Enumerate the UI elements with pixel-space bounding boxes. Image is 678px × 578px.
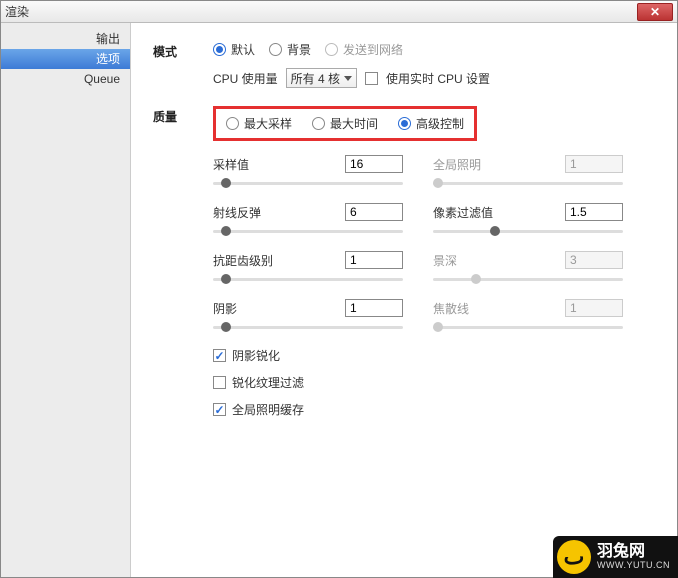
sidebar-item-output[interactable]: 输出 bbox=[1, 29, 130, 49]
param-label: 阴影 bbox=[213, 300, 237, 317]
watermark-url: WWW.YUTU.CN bbox=[597, 561, 670, 571]
pixel-filter-slider[interactable] bbox=[433, 225, 623, 237]
mode-section: 模式 默认 背景 发送到网络 bbox=[153, 41, 649, 88]
param-label: 全局照明 bbox=[433, 156, 481, 173]
realtime-cpu-checkbox[interactable] bbox=[365, 72, 378, 85]
sidebar-item-label: 输出 bbox=[96, 32, 120, 46]
radio-icon bbox=[398, 117, 411, 130]
quality-radio-max-samples[interactable]: 最大采样 bbox=[226, 115, 292, 132]
pixel-filter-input[interactable] bbox=[565, 203, 623, 221]
radio-icon bbox=[312, 117, 325, 130]
radio-icon bbox=[325, 43, 338, 56]
quality-heading: 质量 bbox=[153, 106, 213, 418]
close-icon: ✕ bbox=[650, 5, 660, 19]
antialias-input[interactable] bbox=[345, 251, 403, 269]
radio-label: 默认 bbox=[231, 41, 255, 58]
mode-radio-row: 默认 背景 发送到网络 bbox=[213, 41, 649, 58]
caustics-slider bbox=[433, 321, 623, 333]
check-row-shadow-sharpen: 阴影锐化 bbox=[213, 347, 649, 364]
mode-radio-network: 发送到网络 bbox=[325, 41, 403, 58]
param-caustics: 焦散线 bbox=[433, 299, 623, 333]
watermark-brand: 羽兔网 bbox=[597, 543, 670, 561]
param-antialias: 抗距齿级别 bbox=[213, 251, 403, 285]
param-label: 射线反弹 bbox=[213, 204, 261, 221]
quality-radio-max-time[interactable]: 最大时间 bbox=[312, 115, 378, 132]
close-button[interactable]: ✕ bbox=[637, 3, 673, 21]
chevron-down-icon bbox=[344, 76, 352, 81]
radio-icon bbox=[213, 43, 226, 56]
radio-label: 背景 bbox=[287, 41, 311, 58]
quality-section: 质量 最大采样 最大时间 高级控制 bbox=[153, 106, 649, 418]
sidebar-item-options[interactable]: 选项 bbox=[1, 49, 130, 69]
cpu-row: CPU 使用量 所有 4 核 使用实时 CPU 设置 bbox=[213, 68, 649, 88]
window-title: 渲染 bbox=[5, 3, 637, 20]
sidebar-item-label: Queue bbox=[84, 72, 120, 86]
param-label: 像素过滤值 bbox=[433, 204, 493, 221]
cpu-cores-select[interactable]: 所有 4 核 bbox=[286, 68, 357, 88]
param-dof: 景深 bbox=[433, 251, 623, 285]
param-pixel-filter: 像素过滤值 bbox=[433, 203, 623, 237]
param-label: 焦散线 bbox=[433, 300, 469, 317]
sidebar-item-label: 选项 bbox=[96, 52, 120, 66]
param-shadows: 阴影 bbox=[213, 299, 403, 333]
radio-label: 最大采样 bbox=[244, 115, 292, 132]
gi-slider bbox=[433, 177, 623, 189]
quality-body: 最大采样 最大时间 高级控制 bbox=[213, 106, 649, 418]
shadows-slider[interactable] bbox=[213, 321, 403, 333]
quality-radio-advanced[interactable]: 高级控制 bbox=[398, 115, 464, 132]
check-row-gi-cache: 全局照明缓存 bbox=[213, 401, 649, 418]
bounces-input[interactable] bbox=[345, 203, 403, 221]
radio-label: 高级控制 bbox=[416, 115, 464, 132]
sidebar: 输出 选项 Queue bbox=[1, 23, 131, 577]
sidebar-item-queue[interactable]: Queue bbox=[1, 69, 130, 89]
mode-radio-default[interactable]: 默认 bbox=[213, 41, 255, 58]
quality-params-grid: 采样值 全局照明 bbox=[213, 155, 649, 333]
quality-checks: 阴影锐化 锐化纹理过滤 全局照明缓存 bbox=[213, 347, 649, 418]
gi-input bbox=[565, 155, 623, 173]
watermark: ٮ 羽兔网 WWW.YUTU.CN bbox=[553, 536, 678, 578]
watermark-text: 羽兔网 WWW.YUTU.CN bbox=[597, 543, 670, 570]
samples-input[interactable] bbox=[345, 155, 403, 173]
realtime-cpu-label: 使用实时 CPU 设置 bbox=[386, 70, 490, 87]
dialog-body: 输出 选项 Queue 模式 默认 bbox=[1, 23, 677, 577]
radio-label: 发送到网络 bbox=[343, 41, 403, 58]
titlebar: 渲染 ✕ bbox=[1, 1, 677, 23]
checkbox-label: 阴影锐化 bbox=[232, 347, 280, 364]
dof-slider bbox=[433, 273, 623, 285]
dof-input bbox=[565, 251, 623, 269]
checkbox-label: 锐化纹理过滤 bbox=[232, 374, 304, 391]
param-label: 采样值 bbox=[213, 156, 249, 173]
samples-slider[interactable] bbox=[213, 177, 403, 189]
mode-body: 默认 背景 发送到网络 CPU 使用量 bbox=[213, 41, 649, 88]
param-label: 抗距齿级别 bbox=[213, 252, 273, 269]
texture-filter-checkbox[interactable] bbox=[213, 376, 226, 389]
cpu-usage-label: CPU 使用量 bbox=[213, 70, 278, 87]
quality-radio-highlight: 最大采样 最大时间 高级控制 bbox=[213, 106, 477, 141]
param-samples: 采样值 bbox=[213, 155, 403, 189]
param-label: 景深 bbox=[433, 252, 457, 269]
bounces-slider[interactable] bbox=[213, 225, 403, 237]
content-panel: 模式 默认 背景 发送到网络 bbox=[131, 23, 677, 577]
gi-cache-checkbox[interactable] bbox=[213, 403, 226, 416]
render-dialog: 渲染 ✕ 输出 选项 Queue 模式 bbox=[0, 0, 678, 578]
radio-label: 最大时间 bbox=[330, 115, 378, 132]
check-row-texture-filter: 锐化纹理过滤 bbox=[213, 374, 649, 391]
caustics-input bbox=[565, 299, 623, 317]
checkbox-label: 全局照明缓存 bbox=[232, 401, 304, 418]
select-value: 所有 4 核 bbox=[291, 70, 340, 87]
antialias-slider[interactable] bbox=[213, 273, 403, 285]
shadow-sharpen-checkbox[interactable] bbox=[213, 349, 226, 362]
radio-icon bbox=[269, 43, 282, 56]
watermark-logo-icon: ٮ bbox=[557, 540, 591, 574]
mode-radio-background[interactable]: 背景 bbox=[269, 41, 311, 58]
param-bounces: 射线反弹 bbox=[213, 203, 403, 237]
shadows-input[interactable] bbox=[345, 299, 403, 317]
radio-icon bbox=[226, 117, 239, 130]
mode-heading: 模式 bbox=[153, 41, 213, 88]
param-gi: 全局照明 bbox=[433, 155, 623, 189]
